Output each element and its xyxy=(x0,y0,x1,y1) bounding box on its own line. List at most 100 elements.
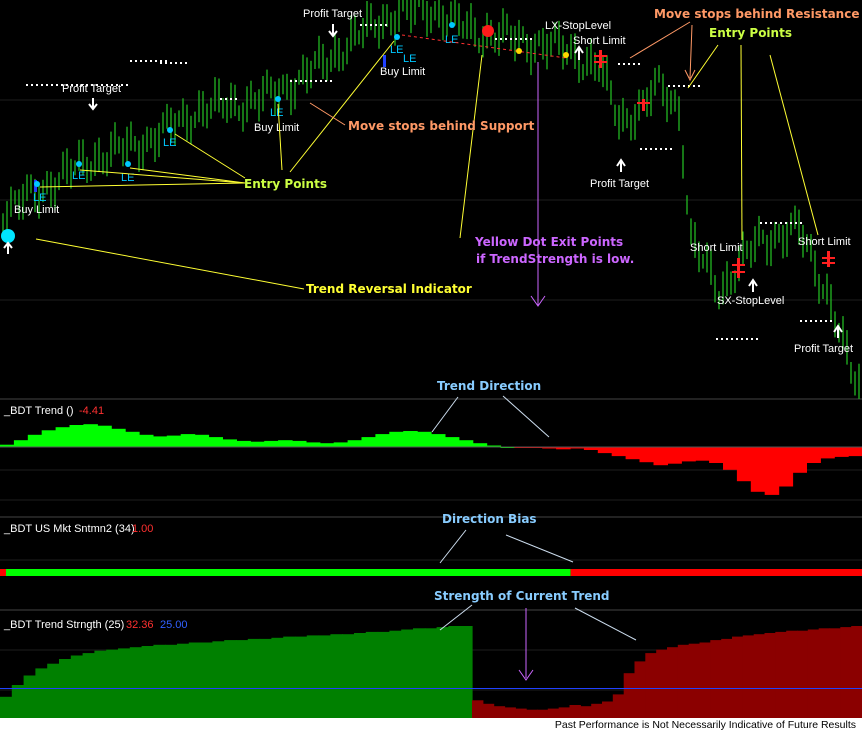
reversal-dot xyxy=(1,229,15,243)
stop-level-dot xyxy=(716,338,718,340)
trend-bar xyxy=(292,440,307,447)
stop-level-dot xyxy=(315,80,317,82)
stop-level-dot xyxy=(721,338,723,340)
stop-level-dot xyxy=(670,148,672,150)
strength-bar xyxy=(721,638,733,718)
strength-panel-value-1: 32.36 xyxy=(126,619,154,631)
buy-limit-label: Buy Limit xyxy=(14,204,59,216)
stop-level-dot xyxy=(770,222,772,224)
trend-bar xyxy=(194,434,210,447)
strength-bar xyxy=(448,626,461,718)
trend-bar xyxy=(639,447,654,463)
exit-dot xyxy=(516,48,522,54)
le-label: LE xyxy=(163,137,176,149)
stop-level-dot xyxy=(26,84,28,86)
yellow-dot-annotation-2: if TrendStrength is low. xyxy=(476,252,634,266)
entry-dot xyxy=(394,34,400,40)
trend-bar xyxy=(723,447,738,470)
up-arrow-icon xyxy=(748,278,758,292)
strength-bar xyxy=(70,655,84,718)
strength-bar xyxy=(283,636,296,718)
stop-level-dot xyxy=(795,222,797,224)
stop-level-dot xyxy=(736,338,738,340)
trend-bar xyxy=(333,442,349,447)
trend-reversal-annotation: Trend Reversal Indicator xyxy=(306,282,472,296)
stop-level-dot xyxy=(618,63,620,65)
trend-bar xyxy=(41,430,57,447)
strength-bar xyxy=(645,653,657,718)
stop-level-dot xyxy=(51,84,53,86)
trend-bar xyxy=(681,447,696,462)
stop-trail xyxy=(401,34,567,59)
stop-level-dot xyxy=(46,84,48,86)
entry-dot xyxy=(34,181,40,187)
le-label: LE xyxy=(403,53,416,65)
trend-bar xyxy=(403,431,418,447)
stop-level-dot xyxy=(375,24,377,26)
stop-level-dot xyxy=(765,222,767,224)
trend-bar xyxy=(319,443,335,447)
entry-dot xyxy=(275,96,281,102)
trend-bar xyxy=(250,441,265,447)
strength-bar xyxy=(35,668,48,718)
strength-bar xyxy=(259,638,272,718)
stop-level-dot xyxy=(121,84,123,86)
stop-level-dot xyxy=(510,38,512,40)
trend-bar xyxy=(83,424,98,447)
strength-bar xyxy=(677,644,690,718)
up-arrow-icon xyxy=(3,241,13,254)
stop-level-dot xyxy=(56,84,58,86)
stop-level-dot xyxy=(515,38,517,40)
stop-level-dot xyxy=(500,38,502,40)
up-arrow-icon xyxy=(616,158,626,172)
move-support-annotation: Move stops behind Support xyxy=(348,119,535,133)
strength-bar xyxy=(840,627,852,718)
strength-annotation: Strength of Current Trend xyxy=(434,589,610,603)
strength-bar xyxy=(129,647,143,718)
stop-level-dot xyxy=(683,85,685,87)
strength-bar xyxy=(436,627,449,718)
strength-bar xyxy=(389,630,402,718)
strength-bar xyxy=(818,628,831,718)
stop-level-dot xyxy=(140,60,142,62)
strength-bar xyxy=(482,703,495,718)
trade-markers: Buy Limit LE LE LE LE Profit Target LE B… xyxy=(1,8,853,355)
trend-bar xyxy=(695,447,710,461)
stop-level-dot xyxy=(731,338,733,340)
yellow-dot-annotation-1: Yellow Dot Exit Points xyxy=(474,235,623,249)
trend-bar xyxy=(667,447,682,464)
strength-bar xyxy=(141,646,154,718)
trend-bar xyxy=(848,447,862,457)
trend-bar xyxy=(139,434,154,447)
stop-level-dot xyxy=(780,222,782,224)
trend-direction-annotation: Trend Direction xyxy=(437,379,541,393)
profit-target-label: Profit Target xyxy=(794,343,853,355)
stop-level-dot xyxy=(385,24,387,26)
stop-level-dot xyxy=(520,38,522,40)
stop-level-dot xyxy=(790,222,792,224)
stop-level-dot xyxy=(760,222,762,224)
stop-level-dot xyxy=(305,80,307,82)
stop-level-dot xyxy=(775,222,777,224)
trend-bar xyxy=(625,447,641,460)
profit-target-label: Profit Target xyxy=(62,83,121,95)
strength-bar xyxy=(460,626,473,718)
stop-level-dot xyxy=(130,60,132,62)
stop-level-dot xyxy=(290,80,292,82)
stop-level-dot xyxy=(165,60,167,62)
strength-bar xyxy=(851,626,862,718)
stop-level-dot xyxy=(825,320,827,322)
strength-bar xyxy=(0,696,13,718)
strength-bar xyxy=(602,701,614,718)
strength-bar xyxy=(580,706,592,718)
short-limit-label: Short Limit xyxy=(798,236,851,248)
strength-bar xyxy=(786,630,798,718)
strength-bar xyxy=(377,631,390,718)
trend-bar xyxy=(764,447,780,495)
strength-bar xyxy=(656,649,668,718)
trend-panel-title: _BDT Trend () xyxy=(3,405,74,417)
strength-bar xyxy=(306,635,320,718)
stop-level-dot xyxy=(726,338,728,340)
stop-level-dot xyxy=(756,338,758,340)
strength-bar xyxy=(200,642,213,718)
